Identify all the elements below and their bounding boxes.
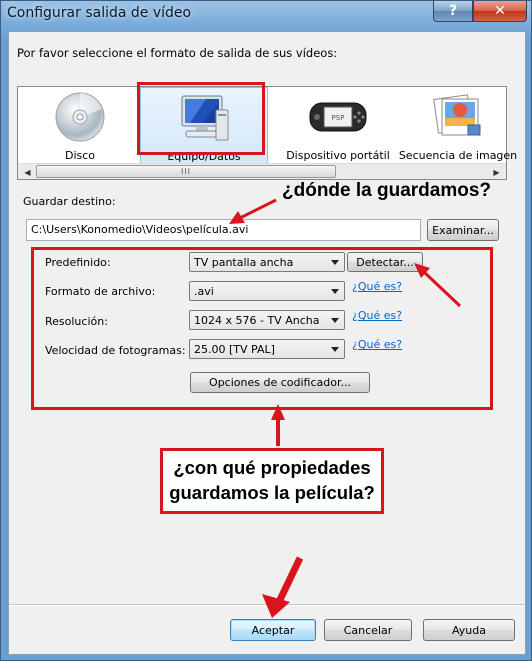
- help-title-button[interactable]: ?: [433, 1, 473, 22]
- annotation-how-line1: ¿con qué propiedades: [173, 457, 371, 478]
- selected-device-highlight: [137, 82, 265, 155]
- scroll-right-icon[interactable]: ▶: [489, 165, 504, 179]
- device-item-disco[interactable]: Disco: [18, 87, 142, 165]
- annotation-how-line2: guardamos la película?: [169, 482, 375, 503]
- image-sequence-icon: [432, 87, 484, 147]
- scroll-left-icon[interactable]: ◀: [20, 165, 35, 179]
- ok-button[interactable]: Aceptar: [230, 619, 316, 641]
- scroll-thumb[interactable]: III: [36, 165, 336, 178]
- format-prompt: Por favor seleccione el formato de salid…: [17, 46, 338, 60]
- title-bar[interactable]: Configurar salida de vídeo ? ✕: [1, 1, 532, 29]
- device-item-portatil[interactable]: PSP Dispositivo portátil: [274, 87, 402, 165]
- destination-path-input[interactable]: C:\Users\Konomedio\Videos\película.avi: [26, 219, 421, 241]
- window-title: Configurar salida de vídeo: [7, 5, 192, 21]
- device-list-scrollbar[interactable]: ◀ III ▶: [18, 163, 506, 179]
- device-item-secuencia[interactable]: Secuencia de imagen: [398, 87, 518, 165]
- destination-label: Guardar destino:: [23, 195, 116, 208]
- annotation-where: ¿dónde la guardamos?: [282, 180, 492, 201]
- svg-text:PSP: PSP: [332, 114, 345, 122]
- annotation-how: ¿con qué propiedades guardamos la pelícu…: [169, 455, 375, 505]
- disc-icon: [54, 87, 106, 147]
- footer-divider: [9, 604, 525, 606]
- psp-icon: PSP: [308, 87, 368, 147]
- device-label: Dispositivo portátil: [286, 149, 390, 162]
- cancel-button[interactable]: Cancelar: [324, 619, 412, 641]
- device-label: Disco: [64, 149, 96, 162]
- device-label: Secuencia de imagen: [398, 149, 518, 162]
- help-button[interactable]: Ayuda: [423, 619, 515, 641]
- browse-button[interactable]: Examinar...: [427, 219, 499, 241]
- properties-highlight: [31, 247, 493, 410]
- close-button[interactable]: ✕: [473, 1, 527, 22]
